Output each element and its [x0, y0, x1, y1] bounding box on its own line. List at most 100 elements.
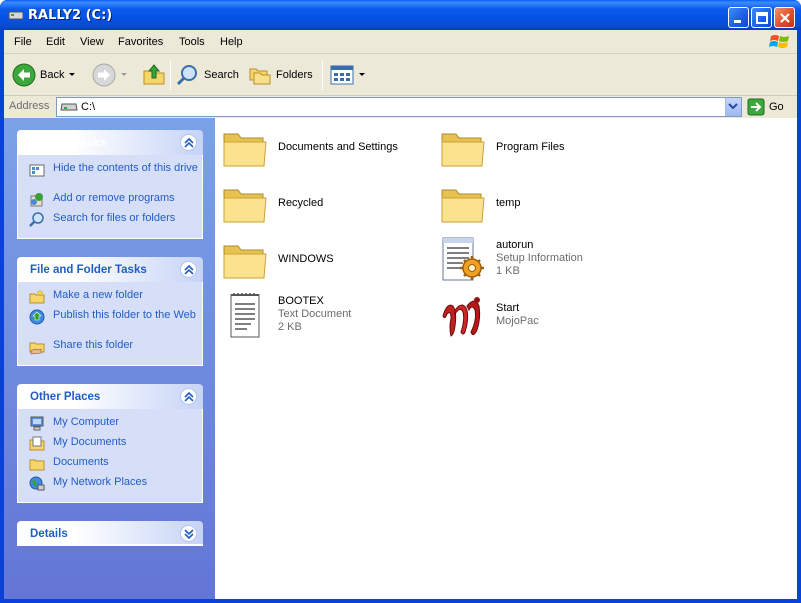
file-item-program-files[interactable]: Program Files	[439, 124, 649, 174]
panel-title: Other Places	[30, 391, 101, 403]
file-item-start[interactable]: Start MojoPac	[439, 292, 649, 342]
task-make-new-folder[interactable]: Make a new folder	[18, 289, 202, 309]
task-search-files[interactable]: Search for files or folders	[18, 212, 202, 232]
panel-title: System Tasks	[30, 137, 106, 149]
minimize-button[interactable]	[728, 7, 749, 28]
file-item-temp[interactable]: temp	[439, 180, 649, 230]
file-name: temp	[496, 197, 521, 209]
place-my-documents[interactable]: My Documents	[18, 436, 202, 456]
system-tasks-header[interactable]: System Tasks	[17, 130, 203, 155]
place-documents[interactable]: Documents	[18, 456, 202, 476]
folder-icon	[223, 245, 267, 279]
address-value: C:\	[81, 101, 96, 113]
drive-icon	[60, 103, 78, 111]
task-add-remove-programs[interactable]: Add or remove programs	[18, 192, 202, 212]
details-header[interactable]: Details	[17, 521, 203, 546]
chevron-down-icon[interactable]	[68, 72, 76, 78]
task-hide-drive-contents[interactable]: Hide the contents of this drive	[18, 162, 202, 192]
minimize-icon	[734, 20, 741, 23]
forward-button[interactable]	[92, 62, 128, 88]
my-documents-icon	[29, 436, 45, 451]
file-folder-tasks-header[interactable]: File and Folder Tasks	[17, 257, 203, 282]
place-my-computer[interactable]: My Computer	[18, 416, 202, 436]
folder-icon	[441, 189, 485, 223]
folders-label: Folders	[276, 69, 313, 81]
file-item-recycled[interactable]: Recycled	[221, 180, 431, 230]
file-name: Start	[496, 302, 520, 314]
file-type: Text Document	[278, 308, 352, 320]
chevron-down-icon	[728, 103, 738, 110]
details-panel: Details	[17, 521, 203, 546]
my-computer-icon	[30, 416, 44, 431]
task-label: Publish this folder to the Web	[53, 309, 196, 321]
window-frame-right	[797, 30, 801, 603]
collapse-button[interactable]	[180, 134, 197, 151]
file-folder-tasks-panel: File and Folder Tasks Make a new folder …	[17, 257, 203, 366]
chevron-down-icon[interactable]	[358, 72, 366, 78]
folders-icon	[249, 68, 271, 85]
file-item-windows[interactable]: WINDOWS	[221, 236, 431, 286]
go-label: Go	[769, 101, 784, 113]
search-icon	[176, 65, 197, 86]
task-label: Search for files or folders	[53, 212, 176, 224]
address-bar: Address C:\ Go	[4, 96, 797, 118]
task-pane: System Tasks Hide the contents of this d…	[4, 118, 215, 599]
folder-icon	[29, 459, 45, 471]
back-arrow-icon	[12, 63, 36, 87]
address-dropdown-button[interactable]	[725, 98, 741, 116]
network-places-icon	[29, 476, 45, 491]
menu-view[interactable]: View	[80, 36, 104, 48]
menu-favorites[interactable]: Favorites	[118, 36, 163, 48]
file-name: BOOTEX	[278, 295, 324, 307]
file-item-autorun[interactable]: autorun Setup Information 1 KB	[439, 236, 649, 286]
task-publish-folder-web[interactable]: Publish this folder to the Web	[18, 309, 202, 339]
window-frame-bottom	[0, 599, 801, 603]
menu-tools[interactable]: Tools	[179, 36, 205, 48]
file-item-documents-and-settings[interactable]: Documents and Settings	[221, 124, 431, 174]
file-size: 2 KB	[278, 321, 302, 333]
mojopac-icon	[442, 297, 481, 337]
menu-bar: File Edit View Favorites Tools Help	[4, 30, 797, 54]
chevron-down-icon[interactable]	[120, 72, 128, 78]
explorer-window: RALLY2 (C:) File Edit View Favorites Too…	[0, 0, 801, 603]
share-folder-icon	[29, 342, 45, 355]
chevron-up-icon	[184, 265, 194, 275]
expand-button[interactable]	[180, 525, 197, 542]
close-icon	[780, 13, 790, 23]
task-share-folder[interactable]: Share this folder	[18, 339, 202, 359]
views-icon	[330, 65, 354, 85]
panel-title: File and Folder Tasks	[30, 264, 147, 276]
back-button[interactable]: Back	[12, 62, 76, 88]
menu-file[interactable]: File	[14, 36, 32, 48]
other-places-header[interactable]: Other Places	[17, 384, 203, 409]
place-label: Documents	[53, 456, 109, 468]
new-folder-icon	[29, 289, 45, 304]
chevron-down-icon	[184, 529, 194, 539]
setup-info-icon	[442, 237, 484, 281]
file-type: MojoPac	[496, 315, 539, 327]
hide-contents-icon	[29, 164, 45, 177]
place-label: My Documents	[53, 436, 127, 448]
up-folder-button[interactable]	[142, 62, 166, 88]
menu-help[interactable]: Help	[220, 36, 243, 48]
file-name: autorun	[496, 239, 534, 251]
file-view[interactable]: Documents and Settings Program Files Rec…	[215, 118, 797, 599]
window-frame-left	[0, 30, 4, 603]
maximize-button[interactable]	[751, 7, 772, 28]
menu-edit[interactable]: Edit	[46, 36, 65, 48]
go-button[interactable]: Go	[747, 97, 784, 117]
folders-button[interactable]: Folders	[248, 62, 313, 88]
collapse-button[interactable]	[180, 261, 197, 278]
place-my-network-places[interactable]: My Network Places	[18, 476, 202, 496]
collapse-button[interactable]	[180, 388, 197, 405]
views-button[interactable]	[330, 62, 366, 88]
file-item-bootex[interactable]: BOOTEX Text Document 2 KB	[221, 292, 431, 342]
toolbar-separator	[170, 60, 171, 90]
search-button[interactable]: Search	[176, 62, 239, 88]
maximize-icon	[756, 12, 768, 24]
address-input[interactable]: C:\	[56, 97, 742, 117]
close-button[interactable]	[774, 7, 795, 28]
file-folder-tasks-body: Make a new folder Publish this folder to…	[17, 282, 203, 366]
title-bar[interactable]: RALLY2 (C:)	[0, 0, 801, 30]
search-icon	[29, 212, 44, 227]
